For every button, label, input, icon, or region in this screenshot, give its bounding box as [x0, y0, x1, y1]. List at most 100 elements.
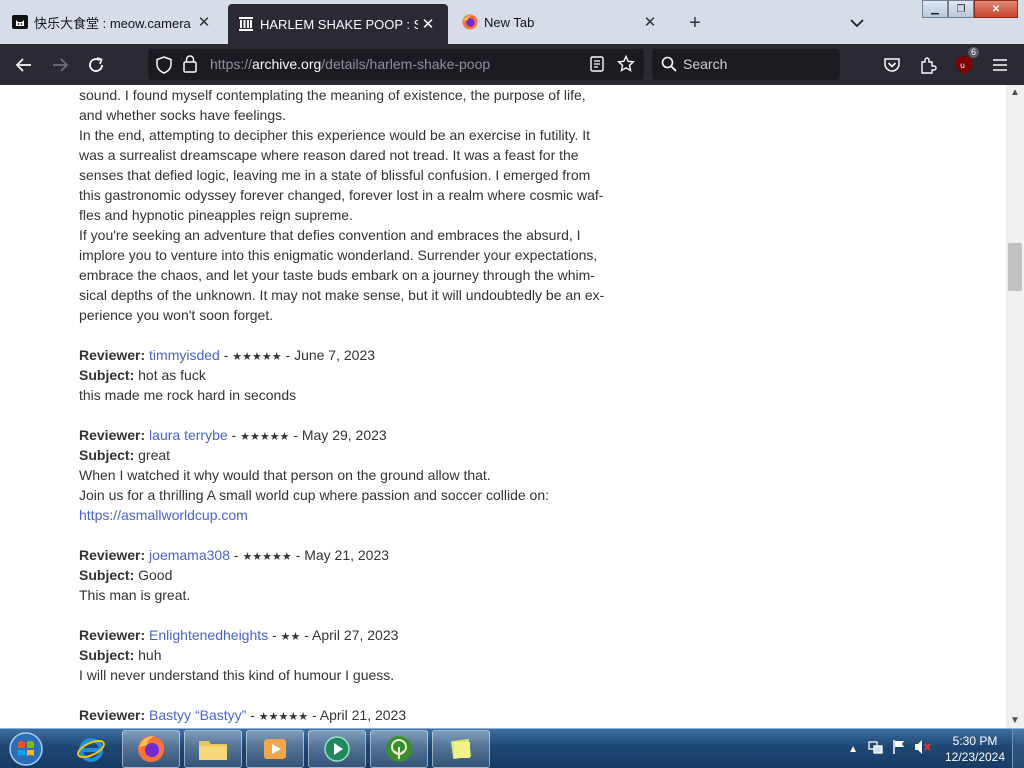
- scroll-down-arrow-icon[interactable]: ▼: [1010, 715, 1020, 726]
- text-line: If you're seeking an adventure that defi…: [79, 227, 581, 243]
- review-text: When I watched it why would that person …: [79, 467, 491, 483]
- reviewer-label: Reviewer:: [79, 547, 146, 563]
- subject-label: Subject:: [79, 447, 135, 463]
- text-line: and whether socks have feelings.: [79, 107, 287, 123]
- reader-view-icon[interactable]: [590, 56, 604, 77]
- text-line: implore you to venture into this enigmat…: [79, 247, 598, 263]
- page-content: sound. I found myself contemplating the …: [0, 85, 1006, 728]
- external-link[interactable]: https://asmallworldcup.com: [79, 505, 619, 525]
- subject-text: Good: [138, 567, 173, 583]
- scrollbar-thumb[interactable]: [1008, 243, 1022, 291]
- subject-label: Subject:: [79, 567, 135, 583]
- clock-time: 5:30 PM: [952, 734, 998, 748]
- reviewer-link[interactable]: joemama308: [149, 547, 230, 563]
- chevron-down-icon[interactable]: [846, 12, 868, 34]
- cat-camera-icon: [12, 14, 28, 30]
- forward-arrow-icon[interactable]: [45, 50, 75, 80]
- star-rating: ★★★★★: [240, 431, 290, 443]
- windows-taskbar: ▲ 5:30 PM 12/23/2024: [0, 728, 1024, 768]
- start-orb-icon[interactable]: [4, 730, 48, 768]
- review-subject: Subject: Good: [79, 565, 619, 585]
- file-explorer-icon[interactable]: [184, 730, 242, 768]
- reviewer-label: Reviewer:: [79, 707, 146, 723]
- search-placeholder: Search: [683, 56, 728, 72]
- tab-harlem-shake[interactable]: HARLEM SHAKE POOP : Steezy ✕: [228, 4, 448, 44]
- reviewer-link[interactable]: Enlightenedheights: [149, 627, 268, 643]
- window-controls: ▁ ❐ ✕: [922, 0, 1018, 18]
- reload-icon[interactable]: [81, 50, 111, 80]
- media-player-icon[interactable]: [246, 730, 304, 768]
- internet-explorer-icon[interactable]: [62, 730, 120, 768]
- separator: -: [289, 427, 302, 443]
- review-date: April 21, 2023: [319, 707, 407, 723]
- review-header: Reviewer: laura terrybe - ★★★★★ - May 29…: [79, 425, 619, 445]
- tree-app-icon[interactable]: [370, 730, 428, 768]
- close-tab-icon[interactable]: ✕: [194, 12, 214, 32]
- text-line: senses that defied logic, leaving me in …: [79, 167, 591, 183]
- clock-date: 12/23/2024: [944, 750, 1006, 764]
- reviewer-link[interactable]: Bastyy “Bastyy”: [149, 707, 246, 723]
- text-line: sical depths of the unknown. It may not …: [79, 287, 605, 303]
- subject-text: huh: [138, 647, 162, 663]
- volume-muted-icon[interactable]: [914, 739, 932, 760]
- notes-app-icon[interactable]: [432, 730, 490, 768]
- url-domain: archive.org: [252, 56, 322, 72]
- search-icon: [661, 56, 677, 77]
- tab-title: New Tab: [484, 14, 535, 30]
- url-bar[interactable]: https://archive.org/details/harlem-shake…: [148, 49, 644, 80]
- back-arrow-icon[interactable]: [9, 50, 39, 80]
- review-date: April 27, 2023: [312, 627, 399, 643]
- star-rating: ★★★★★: [258, 711, 309, 723]
- reviewer-label: Reviewer:: [79, 427, 146, 443]
- review-date: June 7, 2023: [294, 347, 376, 363]
- network-icon[interactable]: [868, 739, 884, 760]
- review-date: May 29, 2023: [301, 427, 387, 443]
- system-tray: ▲ 5:30 PM 12/23/2024: [848, 729, 1024, 768]
- close-tab-icon[interactable]: ✕: [418, 14, 438, 34]
- tab-strip: 快乐大食堂 : meow.camera ✕ HARLEM SHAKE POOP …: [0, 0, 1024, 44]
- close-window-icon[interactable]: ✕: [974, 0, 1018, 18]
- star-rating: ★★★★★: [242, 551, 292, 563]
- ublock-shield-icon[interactable]: u 6: [949, 47, 979, 80]
- url-text[interactable]: https://archive.org/details/harlem-shake…: [210, 56, 490, 72]
- action-center-flag-icon[interactable]: [892, 739, 906, 760]
- subject-label: Subject:: [79, 367, 135, 383]
- text-line: perience you won't soon forget.: [79, 307, 274, 323]
- shield-icon[interactable]: [156, 56, 172, 79]
- reviewer-label: Reviewer:: [79, 627, 146, 643]
- page-scrollbar[interactable]: ▲ ▼: [1006, 85, 1024, 728]
- review-text: This man is great.: [79, 587, 191, 603]
- reviewer-link[interactable]: laura terrybe: [149, 427, 228, 443]
- show-hidden-icons-icon[interactable]: ▲: [848, 744, 858, 755]
- new-tab-plus-icon[interactable]: +: [684, 12, 706, 34]
- search-input[interactable]: Search: [652, 49, 840, 80]
- lock-icon[interactable]: [183, 55, 197, 78]
- url-prefix: https://: [210, 56, 253, 72]
- review-header: Reviewer: joemama308 - ★★★★★ - May 21, 2…: [79, 545, 619, 565]
- minimize-icon[interactable]: ▁: [922, 0, 948, 18]
- bookmark-star-icon[interactable]: [616, 54, 636, 78]
- review-text: I will never understand this kind of hum…: [79, 667, 395, 683]
- restore-icon[interactable]: ❐: [948, 0, 974, 18]
- separator: -: [281, 347, 295, 363]
- archive-building-icon: [238, 16, 254, 32]
- text-line: embrace the chaos, and let your taste bu…: [79, 267, 595, 283]
- extensions-puzzle-icon[interactable]: [913, 50, 943, 80]
- review-header: Reviewer: Bastyy “Bastyy” - ★★★★★ - Apri…: [79, 705, 619, 725]
- separator: -: [227, 427, 241, 443]
- tab-meow-camera[interactable]: 快乐大食堂 : meow.camera ✕: [2, 2, 224, 42]
- subject-text: great: [138, 447, 171, 463]
- review-header: Reviewer: Enlightenedheights - ★★ - Apri…: [79, 625, 619, 645]
- pocket-icon[interactable]: [877, 50, 907, 80]
- scroll-up-arrow-icon[interactable]: ▲: [1010, 87, 1020, 98]
- reviewer-link[interactable]: timmyisded: [149, 347, 220, 363]
- media-center-icon[interactable]: [308, 730, 366, 768]
- separator: -: [246, 707, 259, 723]
- close-tab-icon[interactable]: ✕: [640, 12, 660, 32]
- menu-hamburger-icon[interactable]: [985, 50, 1015, 80]
- tab-title: 快乐大食堂 : meow.camera: [34, 15, 191, 31]
- clock[interactable]: 5:30 PM 12/23/2024: [938, 733, 1012, 765]
- tab-new-tab[interactable]: New Tab ✕: [452, 2, 670, 42]
- firefox-icon[interactable]: [122, 730, 180, 768]
- show-desktop-button[interactable]: [1012, 729, 1024, 768]
